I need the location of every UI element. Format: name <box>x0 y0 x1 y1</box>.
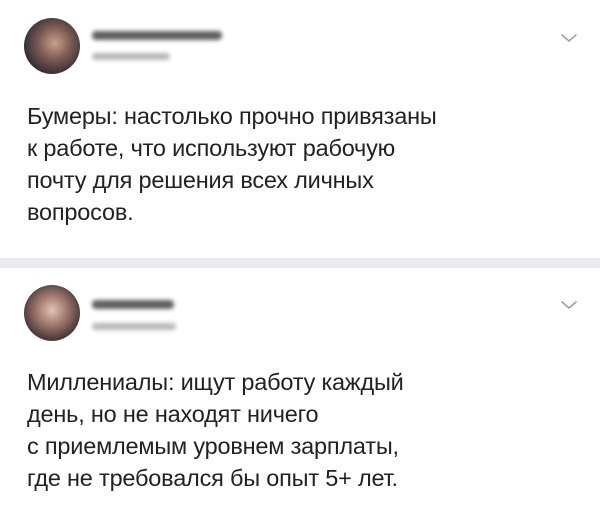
post-meta-blurred <box>92 53 170 60</box>
avatar[interactable] <box>24 285 80 341</box>
author-name-blurred[interactable] <box>92 300 174 309</box>
post-card: Бумеры: настолько прочно привязаны к раб… <box>0 0 600 258</box>
author-name-blurred[interactable] <box>92 31 222 40</box>
post-separator <box>0 258 600 268</box>
post-text: Бумеры: настолько прочно привязаны к раб… <box>27 103 437 225</box>
chevron-down-icon[interactable] <box>560 299 578 311</box>
chevron-down-icon[interactable] <box>560 32 578 44</box>
avatar[interactable] <box>24 18 80 74</box>
post-text: Миллениалы: ищут работу каждый день, но … <box>27 369 404 491</box>
post-meta-blurred <box>92 323 176 330</box>
post-card: Миллениалы: ищут работу каждый день, но … <box>0 268 600 525</box>
